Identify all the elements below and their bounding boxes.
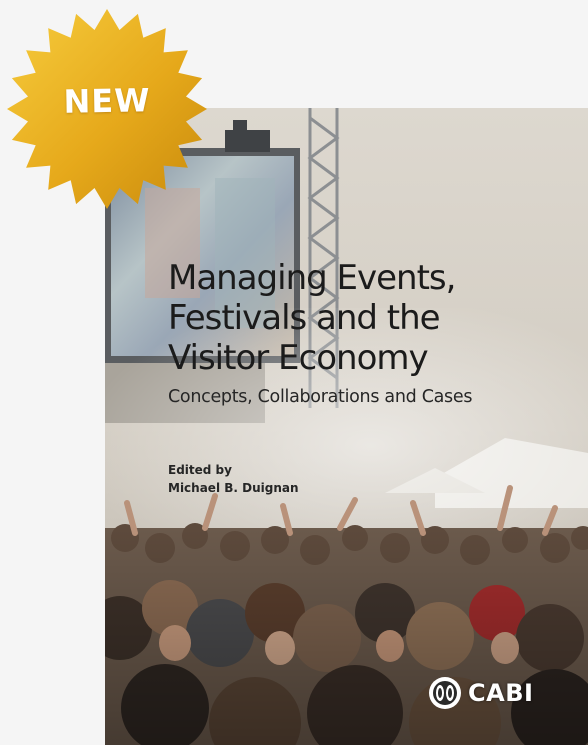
new-badge-label: NEW xyxy=(63,81,151,121)
book-title-line: Festivals and the xyxy=(168,298,441,338)
book-author: Michael B. Duignan xyxy=(168,481,299,495)
edited-by-label: Edited by xyxy=(168,463,232,477)
new-badge: NEW xyxy=(4,6,210,212)
publisher-name: CABI xyxy=(468,679,534,707)
book-title-line: Managing Events, xyxy=(168,258,456,298)
publisher-mark: CABI xyxy=(428,676,533,710)
book-title-line: Visitor Economy xyxy=(168,338,429,378)
book-title-block: Managing Events, Festivals and the Visit… xyxy=(168,258,578,408)
book-subtitle: Concepts, Collaborations and Cases xyxy=(168,387,473,407)
cabi-logo-icon xyxy=(429,677,461,709)
